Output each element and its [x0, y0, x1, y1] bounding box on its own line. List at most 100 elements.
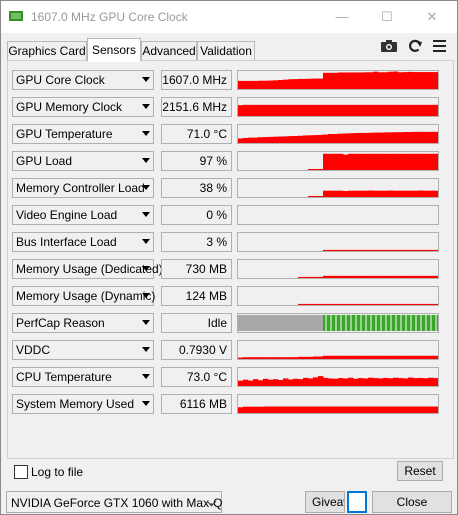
perfcap-segment [308, 315, 314, 331]
graph-bar [378, 72, 384, 89]
refresh-icon[interactable] [406, 37, 424, 55]
tab-advanced[interactable]: Advanced [141, 41, 197, 61]
perfcap-divider [365, 315, 367, 331]
graph-bar [333, 153, 339, 170]
graph-bar [338, 190, 344, 197]
graph-bar [408, 355, 414, 359]
sensor-graph-svg [308, 190, 438, 197]
graph-bar [398, 153, 404, 170]
graph-bar [413, 131, 419, 143]
graph-bar [363, 72, 369, 89]
graph-bar [268, 104, 274, 116]
sensor-row: System Memory Used 6116 MB [12, 394, 443, 414]
graph-bar [418, 72, 424, 89]
graph-bar [413, 406, 419, 413]
graph-bar [373, 303, 379, 305]
graph-bar [298, 356, 304, 359]
graph-bar [383, 275, 389, 278]
graph-bar [363, 104, 369, 116]
graph-bar [413, 104, 419, 116]
sensor-value: 730 MB [161, 259, 232, 279]
dropdown-arrow-icon [142, 77, 150, 82]
graph-bar [323, 104, 329, 116]
graph-bar [378, 303, 384, 305]
giveaway-focus-button[interactable] [347, 491, 367, 513]
graph-bar [388, 104, 394, 116]
sensor-value: 6116 MB [161, 394, 232, 414]
graph-bar [283, 79, 289, 89]
graph-bar [268, 379, 274, 386]
graph-bar [253, 137, 259, 143]
graph-bar [408, 190, 414, 197]
graph-bar [408, 104, 414, 116]
graph-bar [433, 249, 438, 251]
graph-bar [313, 303, 319, 305]
graph-bar [328, 249, 334, 251]
gpu-select[interactable]: NVIDIA GeForce GTX 1060 with Max-Q [6, 491, 222, 513]
perfcap-divider [420, 315, 422, 331]
perfcap-segment [278, 315, 284, 331]
menu-icon[interactable] [431, 37, 449, 55]
graph-bar [293, 79, 299, 89]
sensor-value: 0.7930 V [161, 340, 232, 360]
sensor-graph [237, 340, 439, 360]
graph-bar [378, 153, 384, 170]
sensor-name-dropdown[interactable]: GPU Load [12, 151, 154, 171]
graph-bar [293, 357, 299, 359]
sensor-name-dropdown[interactable]: CPU Temperature [12, 367, 154, 387]
graph-bar [418, 303, 424, 305]
sensor-name-dropdown[interactable]: Memory Usage (Dynamic) [12, 286, 155, 306]
graph-bar [283, 136, 289, 143]
tab-validation[interactable]: Validation [197, 41, 255, 61]
graph-bar [398, 190, 404, 197]
sensor-graph [237, 178, 439, 198]
graph-bar [298, 78, 304, 89]
tab-graphics-card[interactable]: Graphics Card [7, 41, 87, 61]
graph-bar [403, 378, 409, 386]
sensor-name-dropdown[interactable]: GPU Core Clock [12, 70, 154, 90]
graph-bar [408, 132, 414, 143]
graph-bar [273, 136, 279, 143]
sensor-name-dropdown[interactable]: Bus Interface Load [12, 232, 154, 252]
minimize-button[interactable]: — [327, 5, 357, 29]
graph-bar [373, 71, 379, 89]
tab-sensors[interactable]: Sensors [87, 38, 141, 62]
close-button[interactable]: Close [372, 491, 452, 513]
close-window-button[interactable]: ✕ [417, 5, 447, 29]
reset-button[interactable]: Reset [397, 461, 443, 481]
sensor-name-dropdown[interactable]: PerfCap Reason [12, 313, 154, 333]
sensor-name-dropdown[interactable]: Video Engine Load [12, 205, 154, 225]
maximize-button[interactable]: ☐ [372, 5, 402, 29]
graph-bar [383, 153, 389, 170]
graph-bar [343, 249, 349, 251]
sensor-name-dropdown[interactable]: Memory Controller Load [12, 178, 154, 198]
graph-bar [293, 406, 299, 413]
graph-bar [423, 104, 429, 116]
sensor-name: GPU Memory Clock [16, 100, 123, 114]
graph-bar [408, 71, 414, 89]
graph-bar [243, 80, 249, 89]
giveaway-button[interactable]: Giveaway [305, 491, 345, 513]
sensor-graph-svg [238, 131, 438, 143]
perfcap-divider [355, 315, 357, 331]
graph-bar [338, 133, 344, 143]
sensor-name-dropdown[interactable]: VDDC [12, 340, 154, 360]
graph-bar [308, 276, 314, 278]
sensor-name-dropdown[interactable]: System Memory Used [12, 394, 154, 414]
log-to-file-checkbox[interactable] [14, 465, 28, 479]
sensor-name-dropdown[interactable]: GPU Memory Clock [12, 97, 154, 117]
graph-bar [243, 137, 249, 143]
sensor-name-dropdown[interactable]: Memory Usage (Dedicated) [12, 259, 163, 279]
graph-bar [323, 134, 329, 143]
graph-bar [433, 190, 438, 197]
dropdown-arrow-icon [142, 185, 150, 190]
sensor-graph-svg [238, 315, 438, 331]
camera-icon[interactable] [380, 37, 398, 55]
graph-bar [408, 249, 414, 251]
sensor-name-dropdown[interactable]: GPU Temperature [12, 124, 154, 144]
graph-bar [248, 104, 254, 116]
sensor-name: VDDC [16, 343, 51, 357]
graph-bar [318, 376, 324, 386]
graph-bar [253, 80, 259, 89]
graph-bar [373, 355, 379, 359]
